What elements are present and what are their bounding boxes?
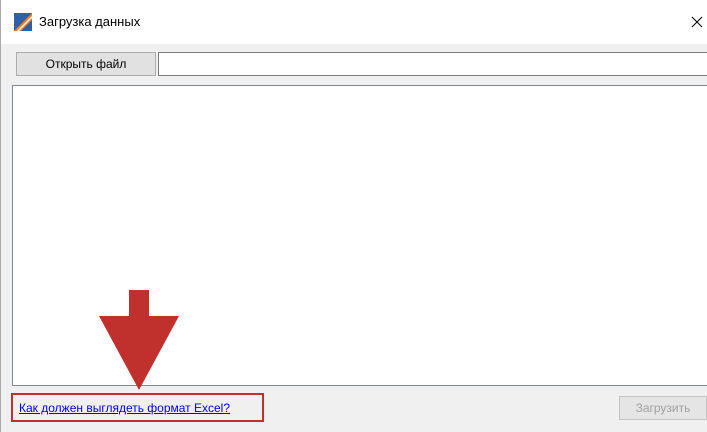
- title-bar: Загрузка данных: [1, 0, 707, 44]
- footer: Как должен выглядеть формат Excel? Загру…: [1, 386, 707, 432]
- upload-button[interactable]: Загрузить: [619, 396, 707, 420]
- file-path-input[interactable]: [158, 52, 707, 76]
- close-icon: [691, 16, 703, 28]
- window-title: Загрузка данных: [39, 14, 141, 29]
- toolbar: Открыть файл: [1, 44, 707, 84]
- close-button[interactable]: [686, 8, 707, 36]
- excel-format-help-link[interactable]: Как должен выглядеть формат Excel?: [11, 393, 264, 422]
- data-upload-dialog: Загрузка данных Открыть файл Как должен …: [0, 0, 707, 432]
- open-file-button[interactable]: Открыть файл: [16, 52, 156, 76]
- app-logo-icon: [14, 13, 32, 31]
- arrow-down-icon: [99, 290, 179, 390]
